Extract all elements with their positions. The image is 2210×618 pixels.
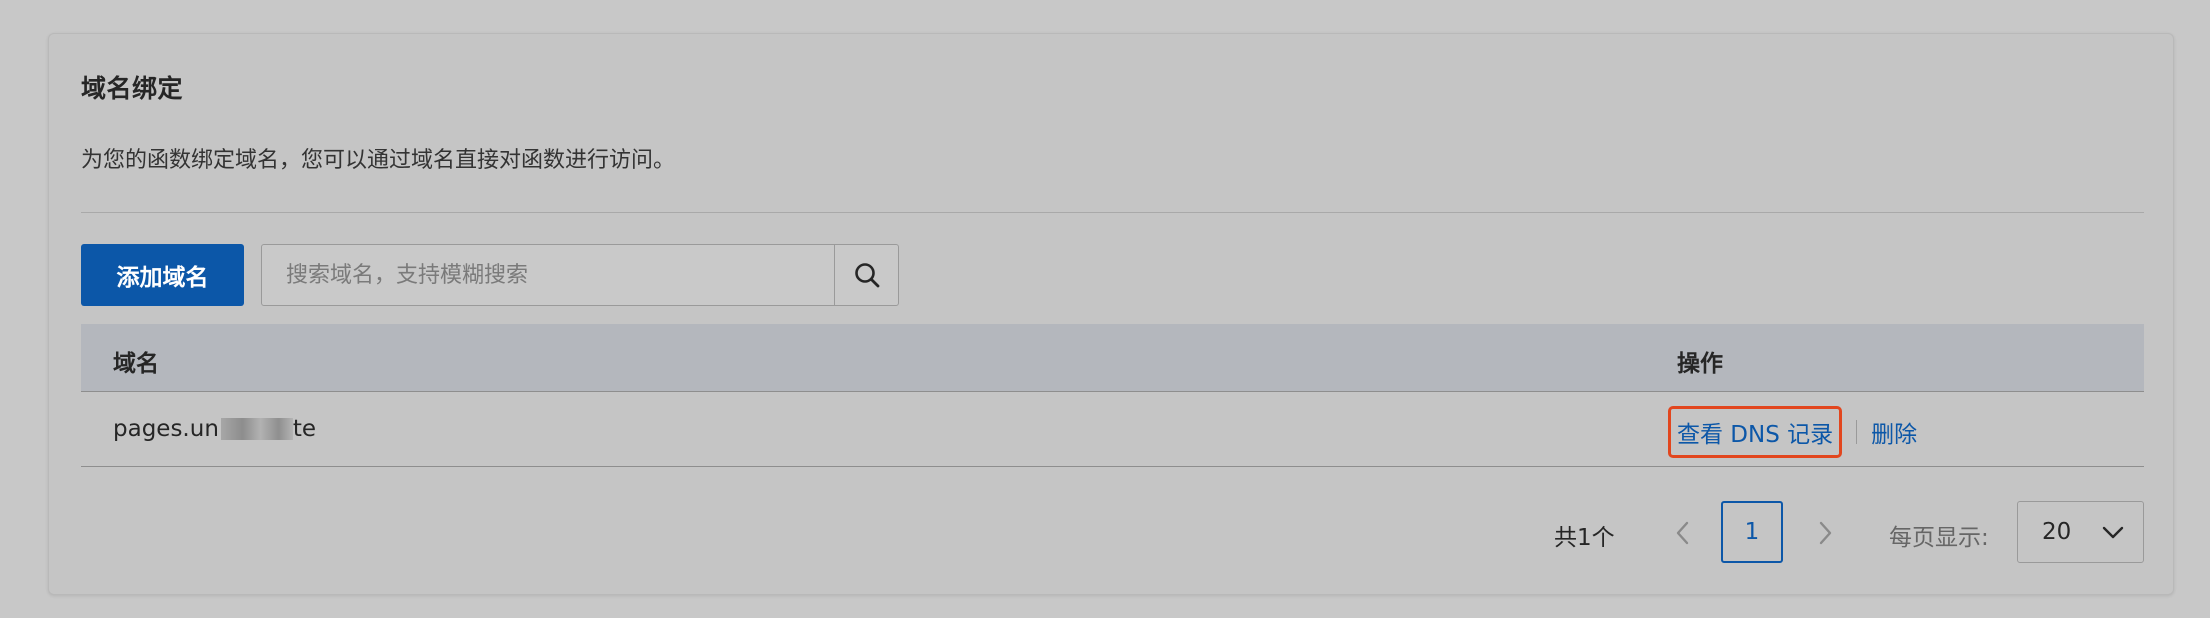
next-page-button[interactable] bbox=[1801, 509, 1849, 557]
prev-page-button[interactable] bbox=[1659, 509, 1707, 557]
table-row: pages.un te 查看 DNS 记录 删除 bbox=[81, 392, 2144, 467]
action-separator bbox=[1856, 420, 1858, 444]
redacted-mask bbox=[220, 418, 293, 440]
chevron-right-icon bbox=[1819, 521, 1832, 545]
search-box bbox=[261, 244, 899, 306]
delete-link[interactable]: 删除 bbox=[1871, 415, 1917, 449]
total-count: 共1个 bbox=[1554, 525, 1615, 551]
per-page-value: 20 bbox=[2042, 519, 2072, 545]
search-icon bbox=[854, 263, 879, 288]
domain-binding-card: 域名绑定 为您的函数绑定域名，您可以通过域名直接对函数进行访问。 添加域名 域名… bbox=[48, 33, 2174, 595]
column-header-actions: 操作 bbox=[1677, 351, 1723, 377]
add-domain-button[interactable]: 添加域名 bbox=[81, 244, 244, 306]
chevron-down-icon bbox=[2102, 526, 2124, 539]
divider bbox=[81, 212, 2144, 213]
section-description: 为您的函数绑定域名，您可以通过域名直接对函数进行访问。 bbox=[81, 148, 676, 173]
domain-text-suffix: te bbox=[292, 416, 317, 442]
per-page-label: 每页显示: bbox=[1889, 525, 1989, 551]
table-header: 域名 操作 bbox=[81, 324, 2144, 392]
actions-cell: 查看 DNS 记录 删除 bbox=[1668, 406, 1917, 458]
search-input[interactable] bbox=[262, 245, 834, 305]
per-page-select[interactable]: 20 bbox=[2017, 501, 2144, 563]
search-button[interactable] bbox=[834, 245, 898, 305]
view-dns-records-link[interactable]: 查看 DNS 记录 bbox=[1668, 406, 1843, 458]
pagination: 共1个 1 每页显示: 20 bbox=[49, 501, 2175, 565]
domain-text-prefix: pages.un bbox=[113, 416, 219, 442]
column-header-domain: 域名 bbox=[113, 351, 159, 377]
domain-cell: pages.un te bbox=[113, 416, 316, 442]
section-title: 域名绑定 bbox=[81, 74, 184, 103]
chevron-left-icon bbox=[1676, 521, 1689, 545]
page-number-current[interactable]: 1 bbox=[1721, 501, 1783, 563]
